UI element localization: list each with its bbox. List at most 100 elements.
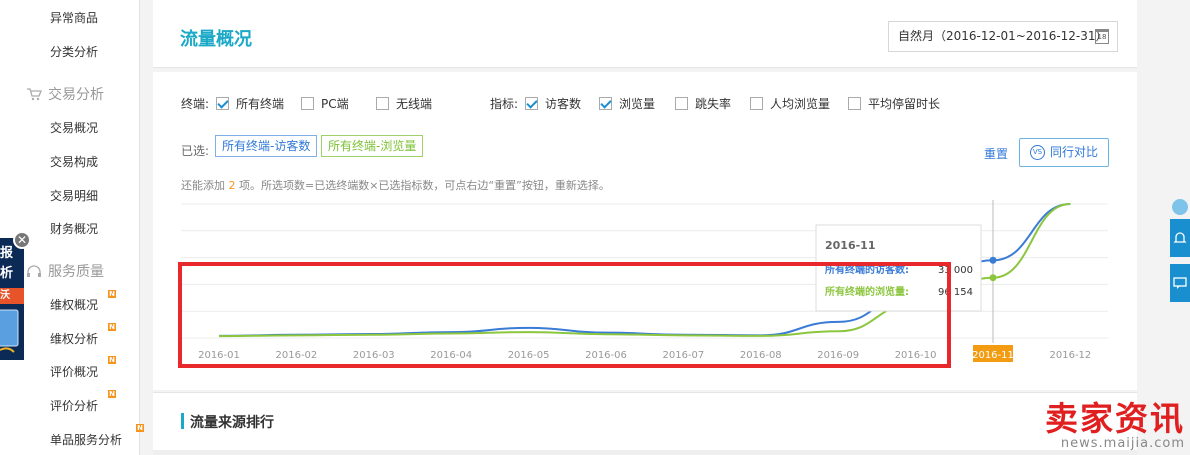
new-badge: N <box>136 424 144 432</box>
checkbox-label: 访客数 <box>545 97 582 111</box>
metric-filter-label: 指标: <box>490 95 518 112</box>
sidebar-item-category-analysis[interactable]: 分类分析 <box>50 43 98 60</box>
bell-icon[interactable] <box>1170 219 1190 257</box>
x-tick-label: 2016-05 <box>508 350 550 361</box>
checkbox-pageviews[interactable]: 浏览量 <box>599 95 655 112</box>
traffic-source-title: 流量来源排行 <box>190 415 274 431</box>
chat-icon[interactable] <box>1170 264 1190 302</box>
tooltip-row-value: 33 000 <box>938 265 973 276</box>
ad-text: 析 <box>0 266 14 281</box>
x-tick-label: 2016-02 <box>276 350 318 361</box>
headset-icon <box>27 264 41 277</box>
sidebar-item-rights-analysis[interactable]: 维权分析 <box>50 330 98 347</box>
page-header: 流量概况 自然月（2016-12-01~2016-12-31） 18 <box>153 0 1137 68</box>
sidebar-item-trade-overview[interactable]: 交易概况 <box>50 119 98 136</box>
checkbox[interactable] <box>376 97 389 110</box>
x-tick-label: 2016-07 <box>663 350 705 361</box>
traffic-line-chart[interactable]: 2016-01 2016-02 2016-03 2016-04 2016-05 2016-… <box>153 200 1137 370</box>
hint-count: 2 <box>228 179 236 192</box>
checkbox-visitors[interactable]: 访客数 <box>525 95 581 112</box>
metric-label: 指标: <box>490 97 519 111</box>
highlight-point <box>989 256 997 264</box>
selection-hint: 还能添加 2 项。所选项数=已选终端数×已选指标数，可点右边“重置”按钮，重新选… <box>181 177 610 193</box>
section-accent-bar <box>181 413 184 429</box>
sidebar-item-trade-composition[interactable]: 交易构成 <box>50 153 98 170</box>
watermark: 卖家资讯 news.maijia.com <box>1045 402 1185 452</box>
checkbox[interactable] <box>848 97 861 110</box>
page-title: 流量概况 <box>180 29 252 50</box>
date-range-text: 自然月（2016-12-01~2016-12-31） <box>898 29 1108 43</box>
sidebar-item-abnormal-goods[interactable]: 异常商品 <box>50 9 98 26</box>
watermark-title: 卖家资讯 <box>1045 399 1185 438</box>
sidebar-section-service: 服务质量 <box>26 261 104 281</box>
selected-tag-visitors[interactable]: 所有终端-访客数 <box>215 135 318 157</box>
checkbox-label: 无线端 <box>396 97 433 111</box>
calendar-icon[interactable]: 18 <box>1095 29 1109 44</box>
new-badge: N <box>108 290 116 298</box>
cart-icon <box>27 88 42 101</box>
main-content: 流量概况 自然月（2016-12-01~2016-12-31） 18 终端: 所… <box>153 0 1137 455</box>
sidebar-item-single-service[interactable]: 单品服务分析 <box>50 431 122 448</box>
new-badge: N <box>108 356 116 364</box>
sidebar-item-trade-detail[interactable]: 交易明细 <box>50 187 98 204</box>
date-range-picker[interactable]: 自然月（2016-12-01~2016-12-31） 18 <box>888 21 1118 52</box>
sidebar-item-review-overview[interactable]: 评价概况 <box>50 363 98 380</box>
x-tick-label: 2016-06 <box>585 350 627 361</box>
checkbox-label: 跳失率 <box>695 97 732 111</box>
highlight-point <box>989 274 997 282</box>
traffic-source-card: 流量来源排行 <box>153 392 1137 450</box>
ad-text: 沃 <box>0 288 24 304</box>
tooltip-title: 2016-11 <box>825 239 876 252</box>
vs-icon: VS <box>1030 145 1045 160</box>
tablet-icon <box>0 309 19 353</box>
x-tick-label: 2016-03 <box>353 350 395 361</box>
checkbox[interactable] <box>675 97 688 110</box>
checkbox-label: 所有终端 <box>236 97 285 111</box>
checkbox-wireless[interactable]: 无线端 <box>376 95 432 112</box>
checkbox-label: 人均浏览量 <box>770 97 831 111</box>
peer-compare-button[interactable]: VS 同行对比 <box>1019 138 1109 167</box>
checkbox-avg-pageviews[interactable]: 人均浏览量 <box>750 95 830 112</box>
x-tick-label: 2016-12 <box>1050 350 1092 361</box>
x-tick-label: 2016-01 <box>198 350 240 361</box>
selected-tag-pageviews[interactable]: 所有终端-浏览量 <box>321 135 424 157</box>
checkbox-pc[interactable]: PC端 <box>301 95 349 112</box>
x-tick-label: 2016-11 <box>972 350 1014 361</box>
x-tick-label: 2016-09 <box>817 350 859 361</box>
checkbox-label: PC端 <box>321 97 349 111</box>
new-badge: N <box>108 323 116 331</box>
x-tick-label: 2016-04 <box>430 350 472 361</box>
checkbox-avg-duration[interactable]: 平均停留时长 <box>848 95 940 112</box>
checkbox[interactable] <box>599 97 612 110</box>
ad-text: 报 <box>0 246 14 261</box>
sidebar-section-trade: 交易分析 <box>26 84 104 104</box>
hint-suffix: 项。所选项数=已选终端数×已选指标数，可点右边“重置”按钮，重新选择。 <box>235 179 610 192</box>
x-tick-label: 2016-10 <box>895 350 937 361</box>
sidebar-item-rights-overview[interactable]: 维权概况 <box>50 296 98 313</box>
checkbox-label: 浏览量 <box>619 97 656 111</box>
sidebar-item-finance-overview[interactable]: 财务概况 <box>50 220 98 237</box>
tooltip-row-value: 96 154 <box>938 287 973 298</box>
checkbox[interactable] <box>301 97 314 110</box>
watermark-url: news.maijia.com <box>1060 436 1185 451</box>
tooltip-row-label: 所有终端的浏览量: <box>825 285 909 298</box>
reset-link[interactable]: 重置 <box>984 145 1008 162</box>
hint-prefix: 还能添加 <box>181 179 229 192</box>
new-badge: N <box>108 390 116 398</box>
checkbox[interactable] <box>216 97 229 110</box>
cloud-icon <box>1172 199 1188 215</box>
x-tick-label: 2016-08 <box>740 350 782 361</box>
checkbox[interactable] <box>750 97 763 110</box>
checkbox-bounce-rate[interactable]: 跳失率 <box>675 95 731 112</box>
sidebar-section-service-label: 服务质量 <box>48 264 104 280</box>
floating-ad[interactable]: 报 析 沃 <box>0 238 24 360</box>
peer-compare-label: 同行对比 <box>1050 145 1099 159</box>
sidebar-item-review-analysis[interactable]: 评价分析 <box>50 397 98 414</box>
checkbox-all-terminals[interactable]: 所有终端 <box>216 95 284 112</box>
checkbox-label: 平均停留时长 <box>868 97 941 111</box>
ad-close-button[interactable]: ✕ <box>13 231 31 249</box>
terminal-label: 终端: <box>181 97 210 111</box>
checkbox[interactable] <box>525 97 538 110</box>
bottom-area: 流量来源排行 <box>153 392 1137 455</box>
sidebar-section-trade-label: 交易分析 <box>48 87 104 103</box>
